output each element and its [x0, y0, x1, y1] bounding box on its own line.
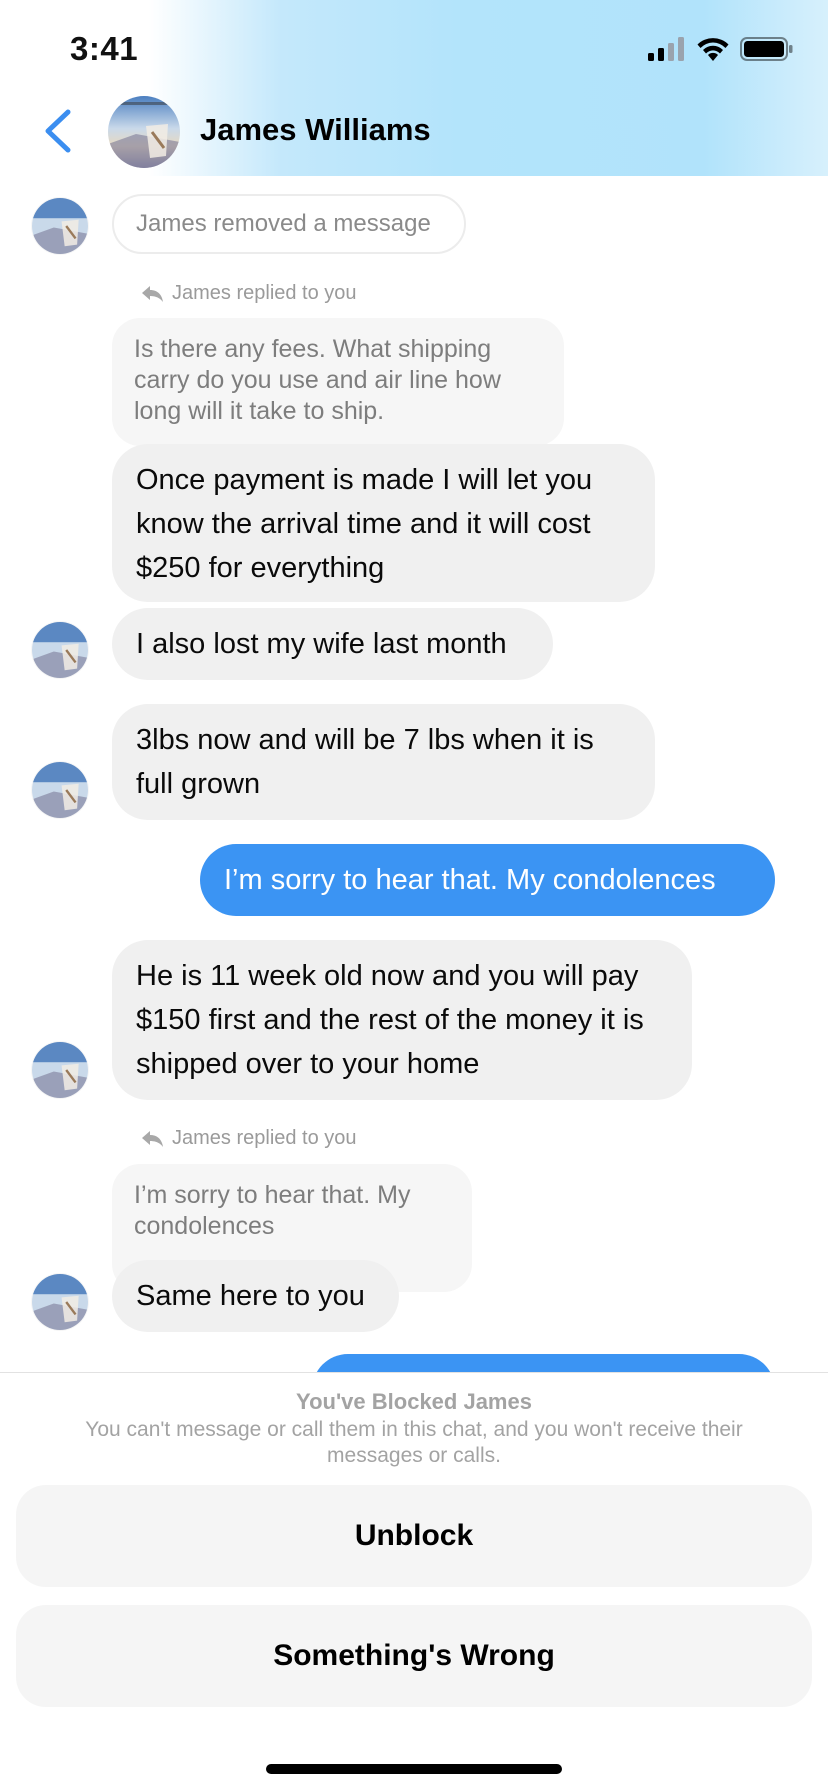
avatar[interactable]	[32, 1042, 88, 1098]
chat-screen: 3:41 James Williams James removed a mess…	[0, 0, 828, 1792]
message-bubble[interactable]: Same here to you	[112, 1260, 399, 1332]
avatar-image	[32, 1042, 88, 1098]
avatar[interactable]	[32, 1274, 88, 1330]
avatar[interactable]	[32, 622, 88, 678]
reply-arrow-icon	[142, 285, 163, 302]
chat-header: 3:41 James Williams	[0, 0, 828, 176]
avatar-image	[32, 762, 88, 818]
unblock-button[interactable]: Unblock	[16, 1485, 812, 1587]
reply-label: James replied to you	[140, 282, 357, 305]
quoted-message[interactable]: Is there any fees. What shipping carry d…	[112, 318, 564, 446]
message-bubble[interactable]: He is 11 week old now and you will pay $…	[112, 940, 692, 1100]
something-wrong-button[interactable]: Something's Wrong	[16, 1605, 812, 1707]
reply-label-text: James replied to you	[172, 1127, 357, 1149]
removed-message-notice: James removed a message	[112, 194, 466, 254]
blocked-description: You can't message or call them in this c…	[85, 1418, 743, 1467]
status-icons	[648, 36, 794, 62]
contact-avatar[interactable]	[108, 96, 180, 168]
avatar-image	[108, 96, 180, 168]
back-button[interactable]	[38, 106, 78, 156]
avatar[interactable]	[32, 198, 88, 254]
status-time: 3:41	[70, 30, 139, 67]
message-bubble[interactable]: Once payment is made I will let you know…	[112, 444, 655, 602]
contact-name[interactable]: James Williams	[200, 112, 431, 148]
avatar-image	[32, 622, 88, 678]
sent-message-bubble[interactable]: I’m sorry to hear that. My condolences	[200, 844, 775, 916]
message-bubble[interactable]: 3lbs now and will be 7 lbs when it is fu…	[112, 704, 655, 820]
reply-arrow-icon	[142, 1130, 163, 1147]
cellular-signal-icon	[648, 37, 684, 61]
wifi-icon	[697, 38, 729, 61]
reply-label: James replied to you	[140, 1127, 357, 1150]
chevron-left-icon	[45, 109, 71, 153]
avatar-image	[32, 198, 88, 254]
avatar-image	[32, 1274, 88, 1330]
avatar[interactable]	[32, 762, 88, 818]
message-bubble[interactable]: I also lost my wife last month	[112, 608, 553, 680]
blocked-title: You've Blocked James	[296, 1389, 532, 1414]
home-indicator[interactable]	[266, 1764, 562, 1774]
reply-label-text: James replied to you	[172, 282, 357, 304]
battery-icon	[740, 37, 793, 61]
blocked-panel: You've Blocked James You can't message o…	[0, 1372, 828, 1792]
